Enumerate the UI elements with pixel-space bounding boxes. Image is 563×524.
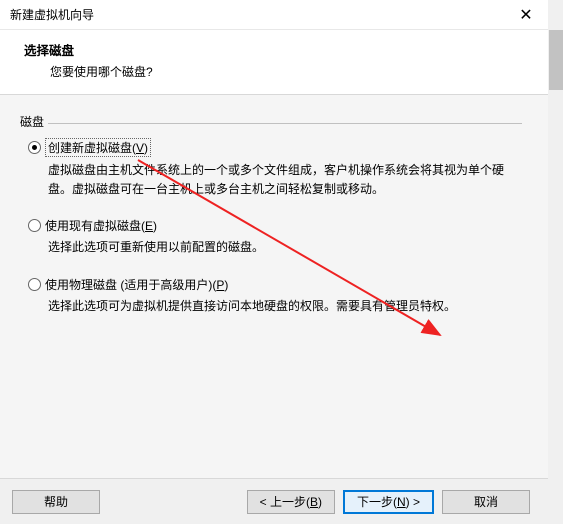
option-desc: 选择此选项可重新使用以前配置的磁盘。 <box>28 234 522 257</box>
cancel-button[interactable]: 取消 <box>442 490 530 514</box>
titlebar: 新建虚拟机向导 ✕ <box>0 0 548 30</box>
next-button[interactable]: 下一步(N) > <box>343 490 434 514</box>
disk-section: 磁盘 创建新虚拟磁盘(V) 虚拟磁盘由主机文件系统上的一个或多个文件组成，客户机… <box>18 113 522 316</box>
window-title: 新建虚拟机向导 <box>10 6 94 23</box>
wizard-dialog: 新建虚拟机向导 ✕ 选择磁盘 您要使用哪个磁盘? 磁盘 创建新虚拟磁盘(V) 虚… <box>0 0 548 524</box>
radio-icon <box>28 278 41 291</box>
close-button[interactable]: ✕ <box>512 4 540 26</box>
page-subtitle: 您要使用哪个磁盘? <box>24 63 538 80</box>
section-legend: 磁盘 <box>18 113 46 130</box>
radio-group: 创建新虚拟磁盘(V) 虚拟磁盘由主机文件系统上的一个或多个文件组成，客户机操作系… <box>18 124 522 316</box>
radio-row-create[interactable]: 创建新虚拟磁盘(V) <box>28 138 522 157</box>
button-bar: 帮助 < 上一步(B) 下一步(N) > 取消 <box>0 478 548 524</box>
content-area: 磁盘 创建新虚拟磁盘(V) 虚拟磁盘由主机文件系统上的一个或多个文件组成，客户机… <box>0 95 548 478</box>
help-button[interactable]: 帮助 <box>12 490 100 514</box>
radio-label: 使用物理磁盘 (适用于高级用户)(P) <box>45 276 228 293</box>
option-use-existing: 使用现有虚拟磁盘(E) 选择此选项可重新使用以前配置的磁盘。 <box>28 217 522 257</box>
option-desc: 虚拟磁盘由主机文件系统上的一个或多个文件组成，客户机操作系统会将其视为单个硬盘。… <box>28 157 522 199</box>
radio-icon <box>28 141 41 154</box>
option-desc: 选择此选项可为虚拟机提供直接访问本地硬盘的权限。需要具有管理员特权。 <box>28 293 522 316</box>
radio-label: 使用现有虚拟磁盘(E) <box>45 217 157 234</box>
option-physical: 使用物理磁盘 (适用于高级用户)(P) 选择此选项可为虚拟机提供直接访问本地硬盘… <box>28 276 522 316</box>
radio-label: 创建新虚拟磁盘(V) <box>45 138 151 157</box>
option-create-new: 创建新虚拟磁盘(V) 虚拟磁盘由主机文件系统上的一个或多个文件组成，客户机操作系… <box>28 138 522 199</box>
scrollbar[interactable] <box>549 30 563 90</box>
wizard-header: 选择磁盘 您要使用哪个磁盘? <box>0 30 548 95</box>
radio-row-physical[interactable]: 使用物理磁盘 (适用于高级用户)(P) <box>28 276 522 293</box>
radio-row-existing[interactable]: 使用现有虚拟磁盘(E) <box>28 217 522 234</box>
close-icon: ✕ <box>519 5 532 25</box>
page-title: 选择磁盘 <box>24 40 538 59</box>
back-button[interactable]: < 上一步(B) <box>247 490 335 514</box>
radio-icon <box>28 219 41 232</box>
